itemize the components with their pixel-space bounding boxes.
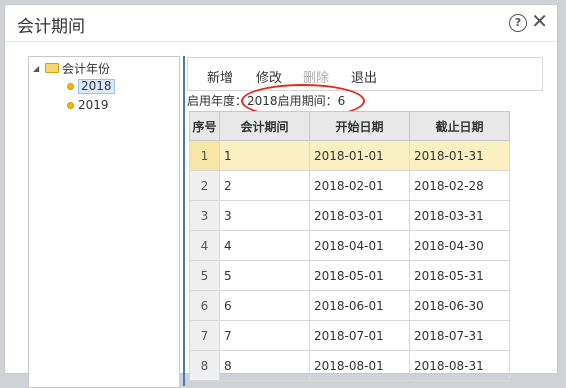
row-index: 3 (189, 200, 220, 231)
row-end-date[interactable]: 2018-06-30 (409, 290, 510, 321)
row-end-date[interactable]: 2018-03-31 (409, 200, 510, 231)
collapse-toggle-icon[interactable]: ◢ (33, 64, 43, 73)
column-header-end-date[interactable]: 截止日期 (409, 111, 510, 141)
row-index: 2 (189, 170, 220, 201)
toolbar: 新增 修改 删除 退出 (187, 57, 543, 91)
row-end-date[interactable]: 2018-02-28 (409, 170, 510, 201)
table-row[interactable]: 2 2 2018-02-01 2018-02-28 (189, 170, 510, 201)
close-icon[interactable]: ✕ (531, 9, 548, 33)
row-start-date[interactable]: 2018-06-01 (309, 290, 410, 321)
row-index: 5 (189, 260, 220, 291)
dialog-title: 会计期间 (17, 17, 85, 37)
exit-button[interactable]: 退出 (351, 67, 377, 86)
table-row[interactable]: 1 1 2018-01-01 2018-01-31 (189, 140, 510, 171)
row-period[interactable]: 5 (219, 260, 310, 291)
row-period[interactable]: 7 (219, 320, 310, 351)
edit-button[interactable]: 修改 (256, 67, 282, 86)
row-period[interactable]: 2 (219, 170, 310, 201)
row-end-date[interactable]: 2018-01-31 (409, 140, 510, 171)
row-start-date[interactable]: 2018-04-01 (309, 230, 410, 261)
row-period[interactable]: 1 (219, 140, 310, 171)
add-button[interactable]: 新增 (207, 67, 233, 86)
table-row[interactable]: 5 5 2018-05-01 2018-05-31 (189, 260, 510, 291)
tree-root-accounting-year[interactable]: ◢ 会计年份 (33, 60, 110, 76)
column-header-index[interactable]: 序号 (189, 111, 220, 141)
row-start-date[interactable]: 2018-08-01 (309, 350, 410, 381)
row-start-date[interactable]: 2018-07-01 (309, 320, 410, 351)
row-period[interactable]: 3 (219, 200, 310, 231)
row-start-date[interactable]: 2018-05-01 (309, 260, 410, 291)
table-row[interactable]: 3 3 2018-03-01 2018-03-31 (189, 200, 510, 231)
row-index: 4 (189, 230, 220, 261)
row-end-date[interactable]: 2018-04-30 (409, 230, 510, 261)
column-header-period[interactable]: 会计期间 (219, 111, 310, 141)
year-node-icon (67, 101, 74, 109)
folder-icon (45, 63, 59, 73)
tree-item-label: 2019 (78, 98, 109, 112)
table-row[interactable]: 8 8 2018-08-01 2018-08-31 (189, 350, 510, 381)
table-row[interactable]: 4 4 2018-04-01 2018-04-30 (189, 230, 510, 261)
tree-root-label: 会计年份 (62, 61, 111, 76)
row-end-date[interactable]: 2018-07-31 (409, 320, 510, 351)
row-index: 1 (189, 140, 220, 171)
row-index: 6 (189, 290, 220, 321)
tree-item-label: 2018 (78, 78, 115, 94)
column-header-start-date[interactable]: 开始日期 (309, 111, 410, 141)
year-node-icon (67, 82, 74, 90)
row-start-date[interactable]: 2018-03-01 (309, 200, 410, 231)
row-period[interactable]: 4 (219, 230, 310, 261)
row-end-date[interactable]: 2018-08-31 (409, 350, 510, 381)
row-index: 7 (189, 320, 220, 351)
tree-item-2018[interactable]: 2018 (67, 78, 115, 94)
enable-year-label: 启用年度： (187, 94, 248, 108)
panel-divider[interactable] (183, 56, 185, 386)
tree-item-2019[interactable]: 2019 (67, 97, 109, 113)
row-period[interactable]: 8 (219, 350, 310, 381)
row-start-date[interactable]: 2018-02-01 (309, 170, 410, 201)
table-row[interactable]: 7 7 2018-07-01 2018-07-31 (189, 320, 510, 351)
table-header-row: 序号 会计期间 开始日期 截止日期 (189, 111, 510, 141)
period-table: 序号 会计期间 开始日期 截止日期 1 1 2018-01-01 2018-01… (189, 111, 510, 381)
accounting-period-dialog: 会计期间 ? ✕ ◢ 会计年份 2018 2019 新增 修改 删除 退出 启用… (4, 4, 558, 388)
help-icon[interactable]: ? (509, 14, 527, 32)
dialog-titlebar: 会计期间 ? ✕ (5, 5, 557, 42)
row-start-date[interactable]: 2018-01-01 (309, 140, 410, 171)
table-row[interactable]: 6 6 2018-06-01 2018-06-30 (189, 290, 510, 321)
row-index: 8 (189, 350, 220, 381)
year-tree-panel: ◢ 会计年份 2018 2019 (28, 56, 180, 388)
row-period[interactable]: 6 (219, 290, 310, 321)
row-end-date[interactable]: 2018-05-31 (409, 260, 510, 291)
